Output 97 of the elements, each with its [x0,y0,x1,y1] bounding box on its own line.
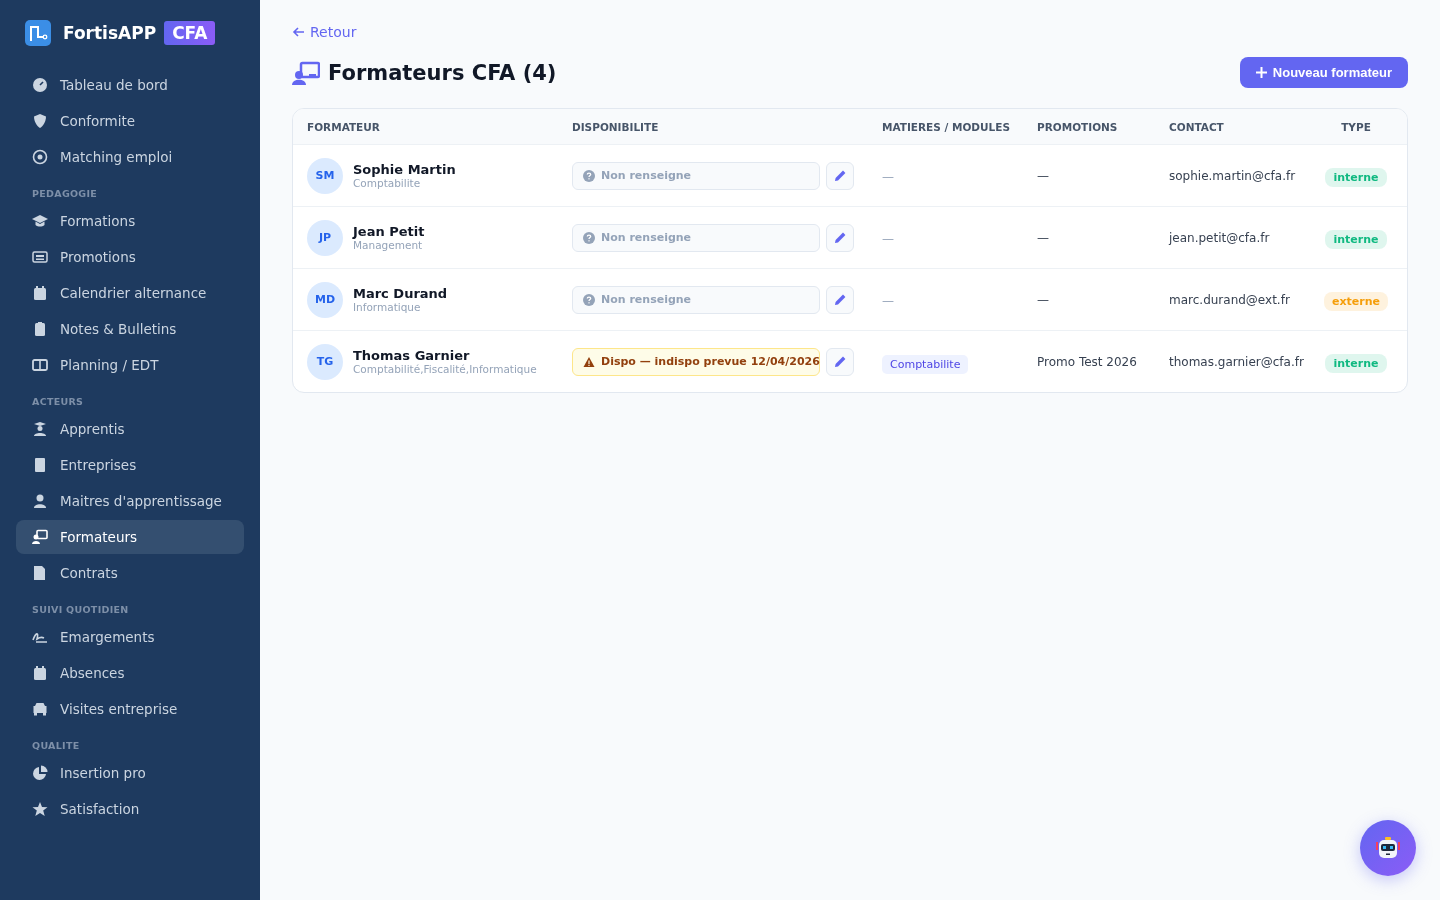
avatar: SM [307,157,343,194]
sidebar-item[interactable]: Matching emploi [16,140,244,174]
sidebar-item[interactable]: Planning / EDT [16,348,244,382]
column-header: MATIERES / MODULES [882,120,1011,133]
type-badge: externe [1324,292,1388,311]
type-badge: interne [1325,354,1387,373]
plus-icon [1255,67,1267,78]
empty-value: — [882,170,894,184]
sidebar-item[interactable]: Calendrier alternance [16,276,244,310]
sidebar-item[interactable]: Conformite [16,104,244,138]
sidebar-item[interactable]: Entreprises [16,448,244,482]
section-title: QUALITE [31,740,81,751]
section-title: ACTEURS [31,396,85,407]
promotion-cell-text: Promo Test 2026 [1037,354,1138,369]
contract-icon [32,565,48,581]
column-header: DISPONIBILITE [572,120,660,133]
brand-name: FortisAPP [63,23,157,43]
car-icon [32,701,48,717]
avatar: MD [307,281,343,318]
graduation-cap-icon [32,213,48,229]
edit-button[interactable] [826,347,854,376]
student-icon [32,421,48,437]
trainer-name: Thomas Garnier [353,348,471,363]
sidebar-item[interactable]: Formations [16,204,244,238]
target-icon [32,149,48,165]
star-icon [32,801,48,817]
type-badge: interne [1325,230,1387,249]
pencil-icon [834,170,846,181]
teacher-icon [292,60,320,85]
column-header: PROMOTIONS [1037,120,1119,133]
logo-icon [25,20,51,46]
sidebar-item[interactable]: Emargements [16,620,244,654]
keyboard-icon [32,249,48,265]
availability-status: Non renseigne [572,285,820,314]
promotion-cell-text: — [1037,168,1050,183]
person-icon [32,493,48,509]
question-icon [583,231,595,244]
sidebar-item[interactable]: Contrats [16,556,244,590]
promotion-cell-text: — [1037,292,1050,307]
column-header: TYPE [1340,120,1372,133]
promotion-cell-text: — [1037,230,1050,245]
pencil-icon [834,294,846,305]
pie-chart-icon [32,765,48,781]
edit-button[interactable] [826,285,854,314]
warning-icon [583,355,595,368]
clipboard-icon [32,321,48,337]
trainer-subjects: Informatique [353,301,422,313]
trainer-subjects: Management [353,239,424,251]
contact-email: marc.durand@ext.fr [1169,292,1291,307]
section-title: PEDAGOGIE [31,188,99,199]
module-tag: Comptabilite [882,355,969,374]
contact-email: sophie.martin@cfa.fr [1169,168,1297,183]
contact-email: thomas.garnier@cfa.fr [1169,354,1305,369]
sidebar-item[interactable]: Apprentis [16,412,244,446]
gauge-icon [32,77,48,93]
edit-button[interactable] [826,223,854,252]
question-icon [583,169,595,182]
pencil-icon [834,232,846,243]
column-header: CONTACT [1169,120,1225,133]
sidebar-item[interactable]: Formateurs [16,520,244,554]
trainer-subjects: Comptabilite [353,177,422,189]
sidebar-item[interactable]: Visites entreprise [16,692,244,726]
contact-email: jean.petit@cfa.fr [1169,230,1271,245]
sidebar-item[interactable]: Notes & Bulletins [16,312,244,346]
sidebar-item[interactable]: Absences [16,656,244,690]
back-link[interactable]: Retour [292,24,357,40]
trainer-name: Sophie Martin [353,162,456,177]
question-icon [583,293,595,306]
sidebar-item[interactable]: Maitres d'apprentissage [16,484,244,518]
sidebar-item[interactable]: Tableau de bord [16,68,244,102]
column-header: FORMATEUR [307,120,381,133]
availability-status: Non renseigne [572,223,820,252]
columns-icon [32,357,48,373]
teacher-icon [32,529,48,545]
edit-button[interactable] [826,161,854,190]
avatar: TG [307,343,343,380]
trainer-subjects: Comptabilité,Fiscalité,Informatique [353,363,537,375]
sidebar-item[interactable]: Insertion pro [16,756,244,790]
pencil-icon [834,356,846,367]
arrow-left-icon [292,25,306,39]
shield-icon [32,113,48,129]
type-badge: interne [1325,168,1387,187]
trainer-name: Marc Durand [353,286,448,301]
empty-value: — [882,294,894,308]
sidebar-item[interactable]: Promotions [16,240,244,274]
sidebar-item[interactable]: Satisfaction [16,792,244,826]
section-title: SUIVI QUOTIDIEN [31,604,130,615]
brand-badge: CFA [164,21,216,45]
new-trainer-button[interactable]: Nouveau formateur [1239,57,1408,88]
page-title: Formateurs CFA (4) [328,60,557,85]
availability-status: Dispo — indispo prevue 12/04/2026 [572,347,820,376]
avatar: JP [307,219,343,256]
availability-status: Non renseigne [572,161,820,190]
chatbot-button[interactable] [1360,820,1416,876]
calendar-icon [32,285,48,301]
trainer-name: Jean Petit [353,224,425,239]
empty-value: — [882,232,894,246]
